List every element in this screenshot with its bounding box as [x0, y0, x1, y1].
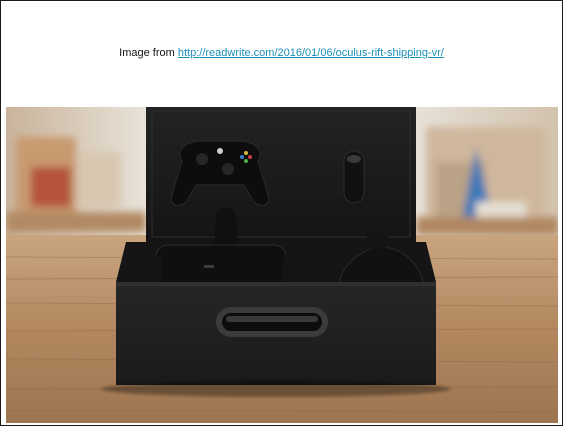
slide: Image from http://readwrite.com/2016/01/… [0, 0, 563, 426]
box-front-edge [116, 282, 436, 286]
oculus-remote [343, 150, 365, 204]
caption-prefix: Image from [119, 47, 178, 59]
box-handle [216, 307, 328, 337]
oculus-rift-box-photo [6, 107, 558, 423]
box-shadow [101, 381, 451, 397]
image-caption: Image from http://readwrite.com/2016/01/… [1, 47, 562, 59]
source-link[interactable]: http://readwrite.com/2016/01/06/oculus-r… [178, 47, 444, 59]
photo-illustration [6, 107, 558, 423]
